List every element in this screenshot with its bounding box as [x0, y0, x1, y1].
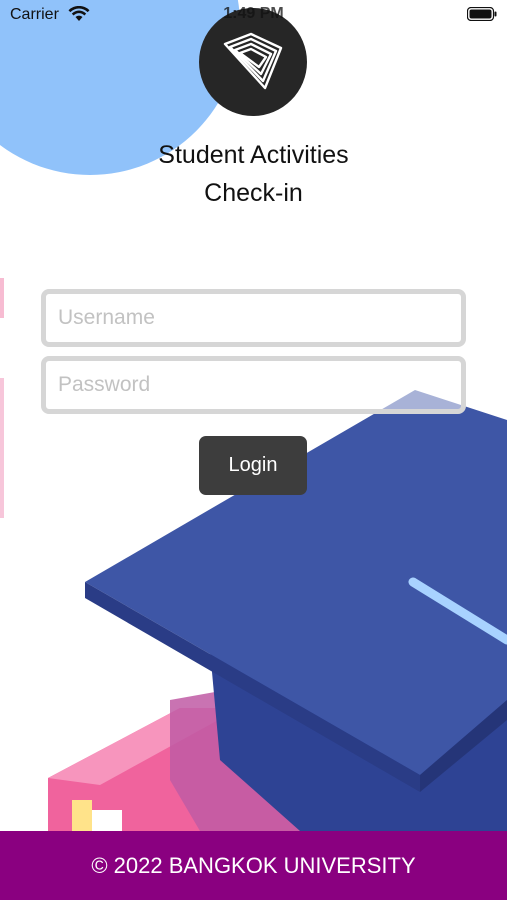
footer: © 2022 BANGKOK UNIVERSITY: [0, 831, 507, 900]
page-title: Student Activities Check-in: [0, 136, 507, 212]
status-bar: Carrier 1:49 PM: [0, 0, 507, 30]
battery-icon: [467, 7, 497, 21]
password-input[interactable]: [46, 361, 461, 409]
book-page-edge: [92, 810, 122, 831]
title-line-2: Check-in: [204, 179, 303, 207]
login-button[interactable]: Login: [199, 436, 307, 495]
username-input[interactable]: [46, 294, 461, 342]
decorative-sliver: [0, 378, 4, 518]
status-time: 1:49 PM: [223, 5, 284, 22]
username-field-container: [41, 289, 466, 347]
password-field-container: [41, 356, 466, 414]
book-page-edge: [72, 800, 92, 831]
title-line-1: Student Activities: [158, 141, 349, 169]
decorative-sliver: [0, 278, 4, 318]
copyright-text: © 2022 BANGKOK UNIVERSITY: [91, 852, 416, 878]
